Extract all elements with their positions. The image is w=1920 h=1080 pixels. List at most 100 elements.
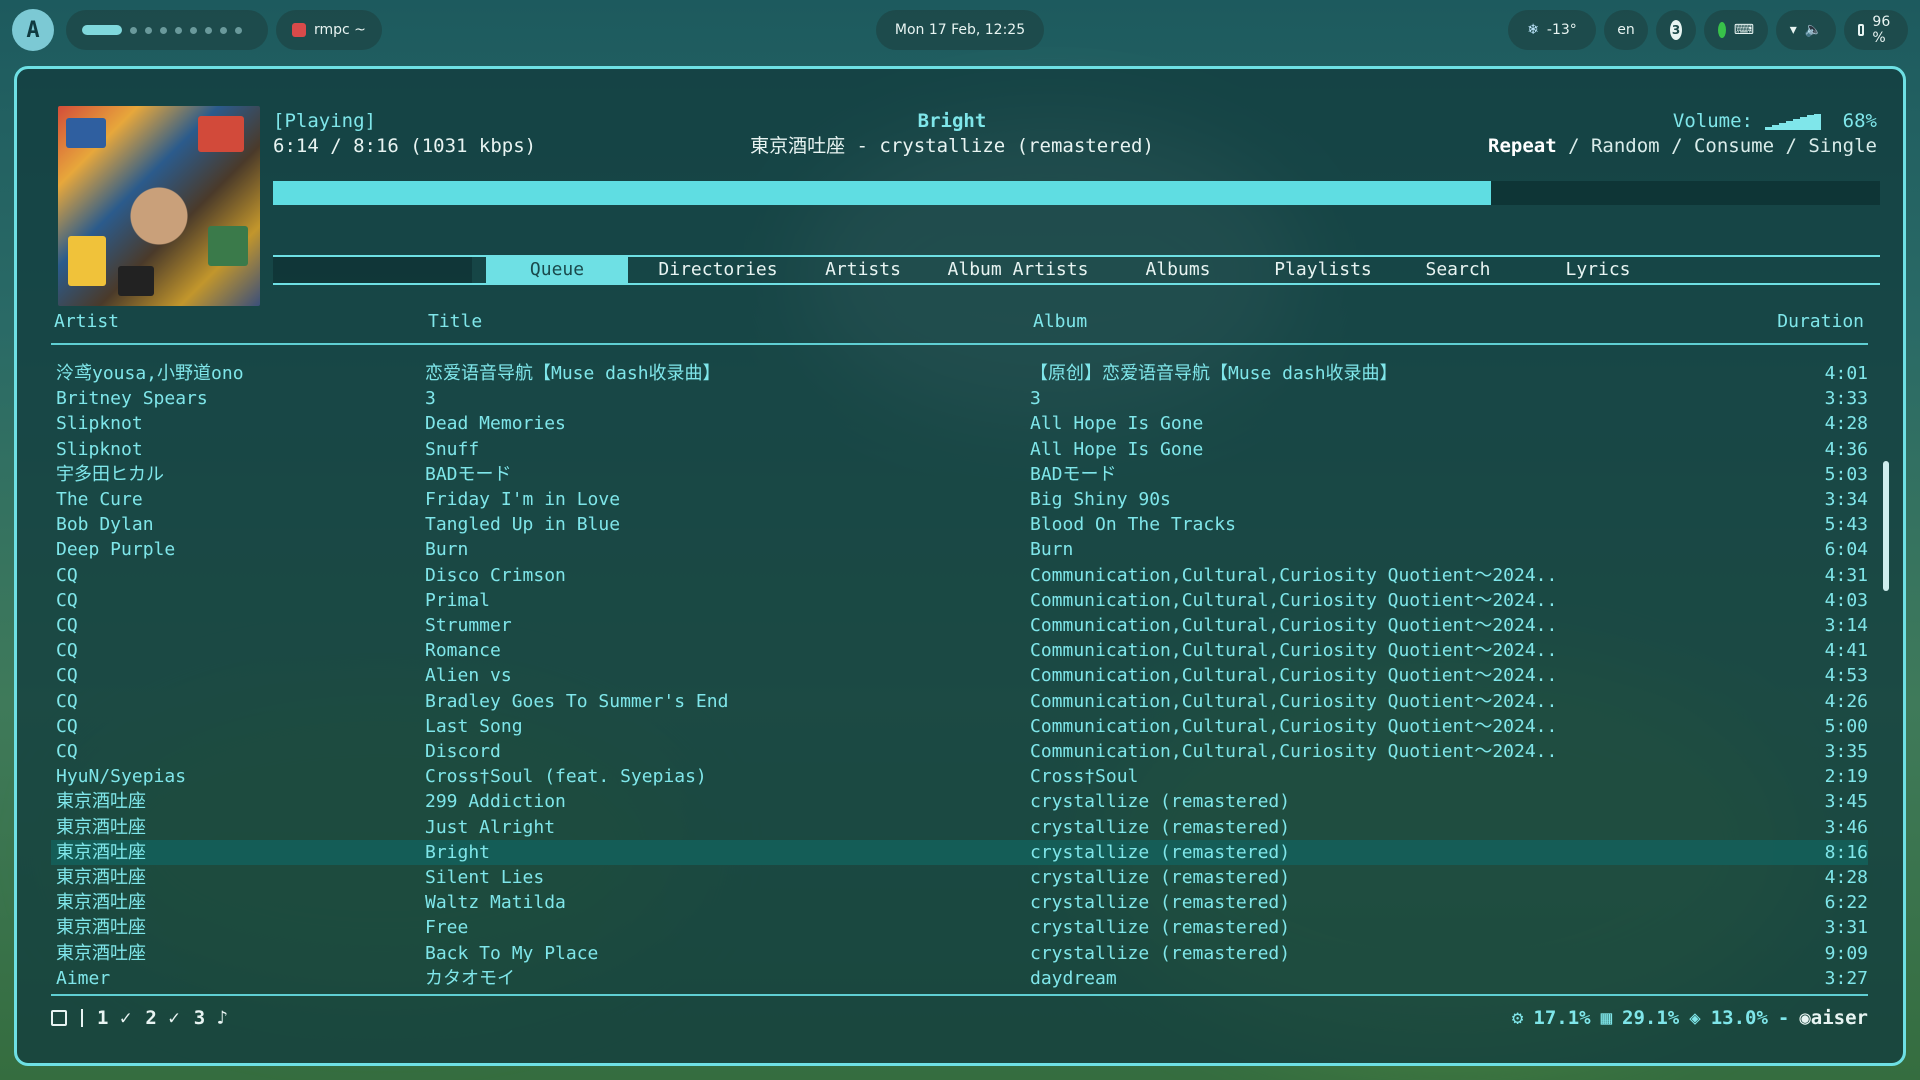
progress-bar[interactable] (273, 181, 1880, 205)
volume-percent: 68% (1842, 110, 1877, 132)
workspace-indicator[interactable] (66, 10, 268, 50)
queue-title: Just Alright (425, 816, 556, 838)
player-options: Volume: 68% Repeat / Random / Consume / … (1488, 109, 1877, 159)
queue-row[interactable]: CQ Strummer Communication,Cultural,Curiosi… (51, 613, 1868, 638)
queue-row[interactable]: CQ Primal Communication,Cultural,Curiosity… (51, 588, 1868, 613)
consume-toggle[interactable]: Consume (1694, 135, 1774, 157)
wifi-icon[interactable]: ▾ (1790, 22, 1797, 38)
workspace-dot[interactable] (220, 26, 227, 34)
option-separator: / (1556, 135, 1591, 157)
queue-title: Waltz Matilda (425, 892, 566, 914)
active-window-pill[interactable]: rmpc ~ (276, 10, 382, 50)
column-header-album[interactable]: Album (1033, 311, 1087, 332)
queue-row[interactable]: The Cure Friday I'm in Love Big Shiny 90s 3… (51, 487, 1868, 512)
battery-level: 96 % (1872, 14, 1891, 46)
queue-row[interactable]: CQ Discord Communication,Cultural,Curiosit… (51, 739, 1868, 764)
workspace-dot[interactable] (175, 26, 182, 34)
tab-queue[interactable]: Queue (486, 257, 628, 283)
queue-row-current[interactable]: 東京酒吐座 Bright crystallize (remastered) 8:16 (51, 839, 1868, 865)
workspace-active-dot[interactable] (82, 25, 122, 35)
queue-duration: 4:53 (1824, 665, 1868, 687)
workspace-dot[interactable] (130, 26, 137, 34)
queue-album: Communication,Cultural,Curiosity Quotien… (1030, 640, 1558, 662)
queue-row[interactable]: Slipknot Dead Memories All Hope Is Gone 4:2… (51, 411, 1868, 436)
queue-row[interactable]: CQ Bradley Goes To Summer's End Communicat… (51, 689, 1868, 714)
header-divider (51, 343, 1868, 345)
battery-widget[interactable]: 96 % (1844, 10, 1908, 50)
cpu-usage: 17.1% (1533, 1007, 1591, 1029)
column-header-artist[interactable]: Artist (54, 311, 119, 332)
queue-duration: 6:04 (1824, 539, 1868, 561)
keyboard-icon[interactable]: ⌨ (1734, 22, 1754, 38)
queue-row[interactable]: 泠鸢yousa,小野道ono 恋爱语音导航【Muse dash收录曲】 【原创】恋爱… (51, 361, 1868, 386)
queue-row[interactable]: Britney Spears 3 3 3:33 (51, 386, 1868, 411)
queue-row[interactable]: CQ Disco Crimson Communication,Cultural,Cu… (51, 563, 1868, 588)
queue-album: 【原创】恋爱语音导航【Muse dash收录曲】 (1030, 363, 1398, 384)
queue-row[interactable]: 東京酒吐座 299 Addiction crystallize (remastere… (51, 789, 1868, 814)
workspace-3[interactable]: 3 ♪ (194, 1007, 228, 1029)
snowflake-icon: ❄ (1527, 22, 1539, 38)
queue-row[interactable]: Aimer カタオモイ daydream 3:27 (51, 966, 1868, 991)
workspace-1[interactable]: 1 ✓ (97, 1007, 131, 1029)
workspace-dot[interactable] (160, 26, 167, 34)
layout-icon[interactable] (51, 1010, 67, 1026)
arch-logo-icon[interactable]: A (12, 9, 54, 51)
tray[interactable]: ⌨ (1704, 10, 1768, 50)
queue-row[interactable]: Bob Dylan Tangled Up in Blue Blood On The … (51, 512, 1868, 537)
queue-row[interactable]: 東京酒吐座 Free crystallize (remastered) 3:31 (51, 915, 1868, 940)
volume-bar[interactable] (1765, 113, 1821, 130)
music-note-icon: ♪ (216, 1007, 229, 1029)
clock[interactable]: Mon 17 Feb, 12:25 (876, 10, 1044, 50)
queue-row[interactable]: CQ Romance Communication,Cultural,Curiosit… (51, 638, 1868, 663)
workspace-2[interactable]: 2 ✓ (145, 1007, 179, 1029)
queue-title: Free (425, 917, 469, 939)
queue-duration: 4:03 (1824, 589, 1868, 611)
single-toggle[interactable]: Single (1808, 135, 1877, 157)
queue-album: All Hope Is Gone (1030, 413, 1204, 435)
app-tray-icon[interactable] (1718, 22, 1726, 38)
queue-scrollbar[interactable] (1883, 461, 1889, 591)
keyboard-layout-text: en (1617, 22, 1635, 38)
divider-icon (81, 1009, 83, 1027)
queue-album: 3 (1030, 388, 1041, 410)
queue-row[interactable]: CQ Alien vs Communication,Cultural,Curiosi… (51, 663, 1868, 688)
tab-lyrics[interactable]: Lyrics (1553, 257, 1643, 283)
queue-row[interactable]: 東京酒吐座 Silent Lies crystallize (remastered)… (51, 865, 1868, 890)
album-cover-art (58, 106, 260, 306)
queue-row[interactable]: HyuN/Syepias Cross†Soul (feat. Syepias) Cr… (51, 764, 1868, 789)
workspace-dot[interactable] (205, 26, 212, 34)
queue-title: Disco Crimson (425, 564, 566, 586)
progress-fill (273, 181, 1492, 205)
network-audio[interactable]: ▾ 🔈 (1776, 10, 1836, 50)
disk-icon: ◈ (1689, 1007, 1701, 1029)
repeat-toggle[interactable]: Repeat (1488, 135, 1557, 157)
queue-row[interactable]: 東京酒吐座 Back To My Place crystallize (remast… (51, 941, 1868, 966)
queue-artist: CQ (56, 589, 78, 611)
workspace-dot[interactable] (235, 26, 242, 34)
tab-playlists[interactable]: Playlists (1263, 257, 1383, 283)
volume-icon[interactable]: 🔈 (1805, 22, 1822, 38)
tab-album-artists[interactable]: Album Artists (933, 257, 1103, 283)
queue-row[interactable]: Deep Purple Burn Burn 6:04 (51, 537, 1868, 562)
column-header-duration[interactable]: Duration (1777, 311, 1864, 332)
queue-row[interactable]: 東京酒吐座 Waltz Matilda crystallize (remastere… (51, 890, 1868, 915)
tab-directories[interactable]: Directories (643, 257, 793, 283)
weather-widget[interactable]: ❄ -13° (1508, 10, 1596, 50)
queue-row[interactable]: 宇多田ヒカル BADモード BADモード 5:03 (51, 462, 1868, 487)
workspace-dot[interactable] (190, 26, 197, 34)
now-playing-artist-album: 東京酒吐座 - crystallize (remastered) (750, 135, 1154, 157)
tab-search[interactable]: Search (1413, 257, 1503, 283)
terminal-window[interactable]: [Playing] 6:14 / 8:16 (1031 kbps) Bright… (14, 66, 1906, 1066)
tab-albums[interactable]: Albums (1133, 257, 1223, 283)
queue-row[interactable]: 東京酒吐座 Just Alright crystallize (remastered… (51, 815, 1868, 840)
random-toggle[interactable]: Random (1591, 135, 1660, 157)
keyboard-layout[interactable]: en (1604, 10, 1648, 50)
queue-artist: HyuN/Syepias (56, 766, 187, 788)
tab-artists[interactable]: Artists (813, 257, 913, 283)
queue-row[interactable]: CQ Last Song Communication,Cultural,Curios… (51, 714, 1868, 739)
cpu-icon: ⚙ (1511, 1007, 1524, 1029)
notifications[interactable]: 3 (1656, 10, 1696, 50)
queue-row[interactable]: Slipknot Snuff All Hope Is Gone 4:36 (51, 437, 1868, 462)
column-header-title[interactable]: Title (428, 311, 482, 332)
workspace-dot[interactable] (145, 26, 152, 34)
